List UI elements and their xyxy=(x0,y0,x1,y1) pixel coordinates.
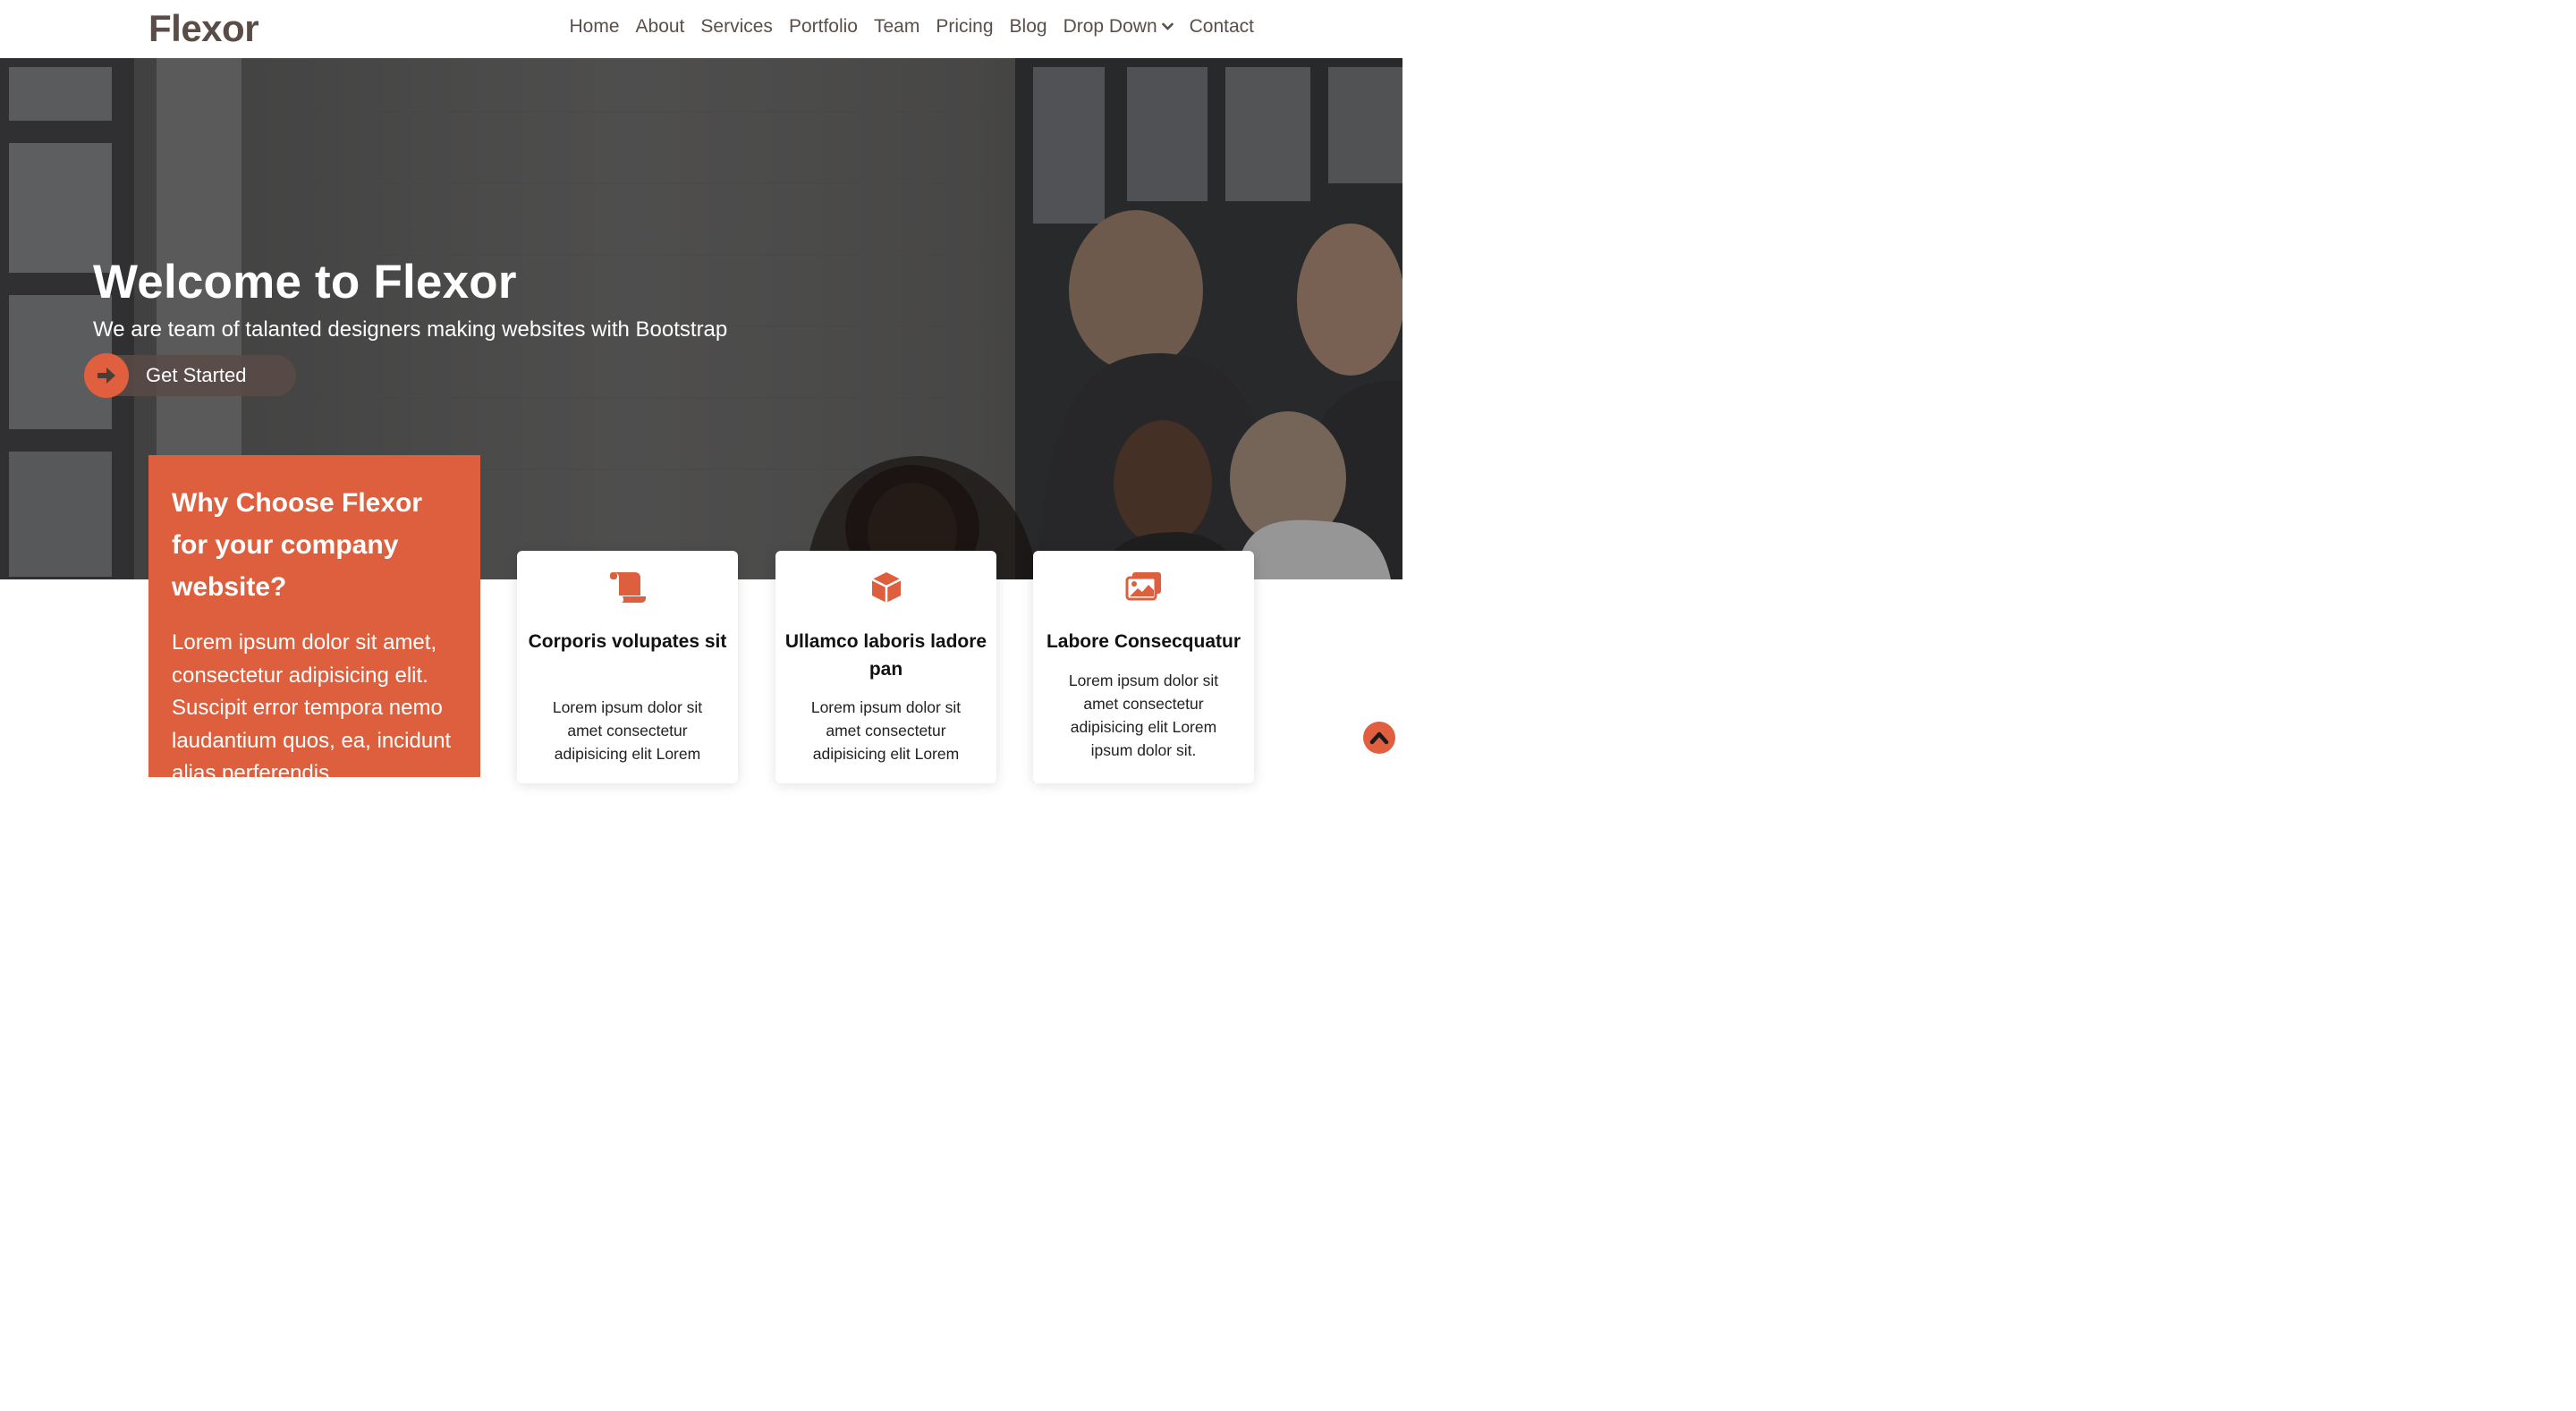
nav-about[interactable]: About xyxy=(636,16,685,38)
chevron-up-icon xyxy=(1369,731,1389,745)
card-title: Labore Consecquatur xyxy=(1046,631,1241,652)
scroll-icon xyxy=(609,572,646,603)
nav-pricing[interactable]: Pricing xyxy=(936,16,993,38)
images-icon xyxy=(1125,572,1161,601)
cube-icon xyxy=(870,572,902,603)
feature-card: Ullamco laboris ladore pan Lorem ipsum d… xyxy=(775,551,996,783)
back-to-top-button[interactable] xyxy=(1363,722,1395,754)
main-nav: Home About Services Portfolio Team Prici… xyxy=(553,16,1254,38)
hero-title: Welcome to Flexor xyxy=(93,256,517,308)
why-title: Why Choose Flexor for your company websi… xyxy=(172,488,423,602)
why-text: Lorem ipsum dolor sit amet, consectetur … xyxy=(172,630,452,777)
nav-team[interactable]: Team xyxy=(874,16,919,38)
nav-contact[interactable]: Contact xyxy=(1190,16,1254,38)
why-choose-box: Why Choose Flexor for your company websi… xyxy=(148,455,480,777)
site-logo[interactable]: Flexor xyxy=(148,7,259,50)
feature-card: Labore Consecquatur Lorem ipsum dolor si… xyxy=(1033,551,1254,783)
card-title: Ullamco laboris ladore pan xyxy=(784,631,987,680)
nav-dropdown[interactable]: Drop Down xyxy=(1063,16,1174,38)
card-text: Lorem ipsum dolor sit amet consectetur a… xyxy=(1068,672,1219,759)
nav-services[interactable]: Services xyxy=(700,16,773,38)
get-started-label: Get Started xyxy=(146,364,247,386)
site-header: Flexor Home About Services Portfolio Tea… xyxy=(0,0,1402,58)
nav-portfolio[interactable]: Portfolio xyxy=(789,16,858,38)
card-text: Lorem ipsum dolor sit amet consectetur a… xyxy=(810,698,962,763)
nav-dropdown-label: Drop Down xyxy=(1063,16,1157,37)
nav-blog[interactable]: Blog xyxy=(1010,16,1047,38)
card-text: Lorem ipsum dolor sit amet consectetur a… xyxy=(552,698,703,763)
hero-subtitle: We are team of talanted designers making… xyxy=(93,317,728,342)
feature-card: Corporis volupates sit Lorem ipsum dolor… xyxy=(517,551,738,783)
nav-home[interactable]: Home xyxy=(569,16,619,38)
card-title: Corporis volupates sit xyxy=(528,631,727,652)
arrow-right-icon xyxy=(84,353,129,398)
get-started-button[interactable]: Get Started xyxy=(84,353,296,398)
chevron-down-icon xyxy=(1161,22,1174,30)
